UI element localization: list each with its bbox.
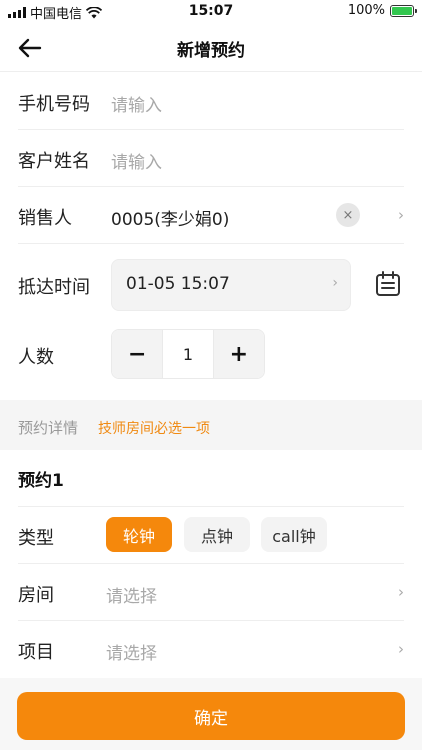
calendar-icon[interactable]	[374, 270, 402, 298]
type-chip-call[interactable]: call钟	[261, 517, 327, 552]
page-title: 新增预约	[177, 41, 245, 61]
people-stepper: − 1 +	[111, 329, 265, 379]
status-bar: 中国电信 15:07 100%	[0, 0, 422, 24]
room-row[interactable]: 房间 请选择 ›	[18, 564, 404, 621]
divider	[18, 506, 404, 507]
nav-bar: 新增预约	[0, 24, 422, 72]
chevron-right-icon: ›	[332, 275, 338, 291]
people-label: 人数	[18, 347, 54, 368]
project-select[interactable]: 请选择	[106, 639, 157, 664]
details-hint: 技师房间必选一项	[98, 421, 210, 437]
name-label: 客户姓名	[18, 151, 90, 172]
clear-icon[interactable]: ×	[336, 203, 360, 227]
type-label: 类型	[18, 528, 54, 549]
battery-percent: 100%	[347, 3, 385, 18]
chevron-right-icon: ›	[398, 583, 404, 601]
arrival-time-value: 01-05 15:07	[126, 274, 230, 294]
increment-button[interactable]: +	[213, 330, 264, 378]
name-row: 客户姓名 请输入	[18, 130, 404, 187]
project-row[interactable]: 项目 请选择 ›	[18, 621, 404, 678]
sales-label: 销售人	[18, 208, 72, 229]
arrival-time-picker[interactable]: 01-05 15:07 ›	[111, 259, 351, 311]
phone-row: 手机号码 请输入	[18, 74, 404, 130]
project-label: 项目	[18, 642, 54, 663]
details-title: 预约详情	[18, 419, 79, 437]
type-chip-rotation[interactable]: 轮钟	[106, 517, 172, 552]
phone-label: 手机号码	[18, 94, 90, 115]
name-input[interactable]: 请输入	[111, 148, 391, 173]
sales-row[interactable]: 销售人 0005(李少娟0) × ›	[18, 187, 404, 244]
battery-fill	[392, 6, 412, 15]
chevron-right-icon: ›	[398, 206, 404, 224]
people-count[interactable]: 1	[162, 330, 214, 378]
booking-title: 预约1	[18, 471, 64, 491]
room-label: 房间	[18, 585, 54, 606]
room-select[interactable]: 请选择	[106, 582, 157, 607]
status-right: 100%	[347, 3, 417, 18]
battery-charging-icon	[390, 4, 417, 17]
type-chip-request[interactable]: 点钟	[184, 517, 250, 552]
confirm-button[interactable]: 确定	[17, 692, 405, 740]
arrival-label: 抵达时间	[18, 277, 90, 298]
sales-value: 0005(李少娟0)	[111, 210, 230, 230]
details-section-header: 预约详情 技师房间必选一项	[0, 400, 422, 450]
phone-input[interactable]: 请输入	[111, 91, 391, 116]
chevron-right-icon: ›	[398, 640, 404, 658]
decrement-button[interactable]: −	[112, 330, 163, 378]
